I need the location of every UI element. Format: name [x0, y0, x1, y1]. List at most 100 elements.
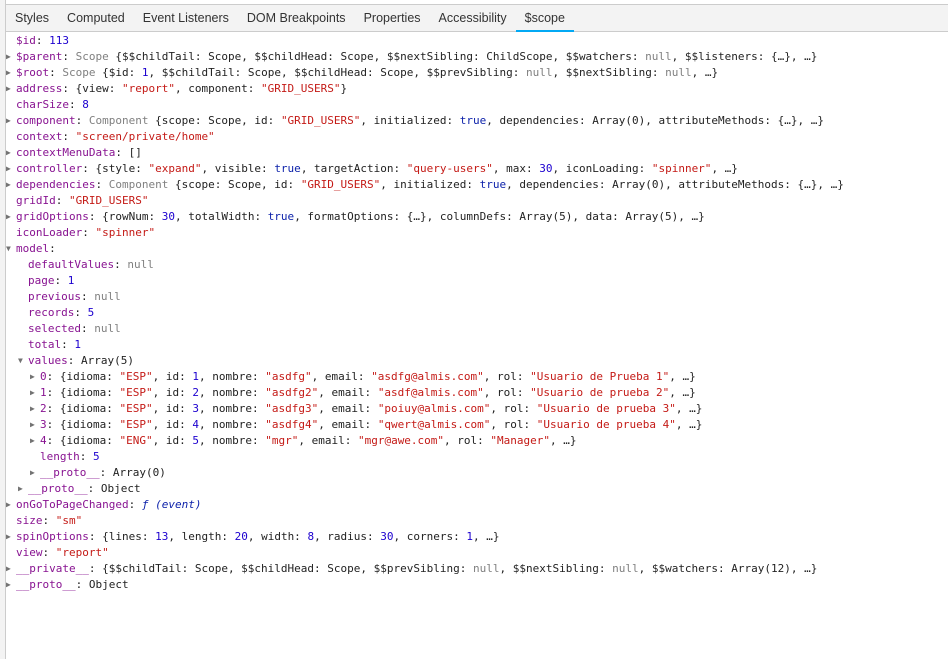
dim-value: Component [88, 114, 156, 127]
property-key: __proto__ [40, 466, 100, 479]
number-value: 20 [234, 530, 248, 543]
string-value: "spinner" [651, 162, 712, 175]
expand-triangle-icon[interactable]: ▶ [6, 145, 16, 161]
property-key: model [16, 242, 50, 255]
separator: : [99, 466, 113, 479]
property-row[interactable]: ▶ address: {view: "report", component: "G… [6, 81, 948, 97]
object-preview: , length: [168, 530, 235, 543]
object-preview: {scope: Scope, id: [155, 114, 281, 127]
object-preview: , …} [675, 418, 703, 431]
string-value: "mgr" [265, 434, 299, 447]
property-key: 4 [40, 434, 47, 447]
object-preview: , rol: [483, 386, 531, 399]
separator: : [62, 130, 76, 143]
expand-triangle-icon[interactable]: ▶ [6, 529, 16, 545]
tab-computed[interactable]: Computed [58, 5, 134, 31]
string-value: "asdfg" [265, 370, 312, 383]
collapse-triangle-icon[interactable]: ▼ [18, 353, 28, 369]
expand-triangle-icon[interactable]: ▶ [6, 209, 16, 225]
tab-event-listeners[interactable]: Event Listeners [134, 5, 238, 31]
number-value: 13 [155, 530, 169, 543]
property-row: view: "report" [6, 545, 948, 561]
property-row[interactable]: ▶ spinOptions: {lines: 13, length: 20, wi… [6, 529, 948, 545]
expand-triangle-icon[interactable]: ▶ [6, 561, 16, 577]
string-value: "GRID_USERS" [261, 82, 341, 95]
object-preview: {$id: [102, 66, 142, 79]
tab-styles[interactable]: Styles [6, 5, 58, 31]
number-value: 1 [141, 66, 149, 79]
object-preview: , email: [298, 434, 358, 447]
property-row[interactable]: ▼ values: Array(5) [6, 353, 948, 369]
object-preview: , initialized: [380, 178, 480, 191]
expand-triangle-icon[interactable]: ▶ [6, 81, 16, 97]
expand-triangle-icon[interactable]: ▶ [30, 417, 40, 433]
tab-accessibility[interactable]: Accessibility [430, 5, 516, 31]
property-key: selected [28, 322, 81, 335]
object-preview: , $$nextSibling: [552, 66, 666, 79]
property-row[interactable]: ▶ __proto__: Array(0) [6, 465, 948, 481]
property-row[interactable]: ▶ dependencies: Component {scope: Scope, … [6, 177, 948, 193]
separator: : [35, 34, 50, 47]
tab-dom-breakpoints[interactable]: DOM Breakpoints [238, 5, 355, 31]
expand-triangle-icon[interactable]: ▶ [30, 385, 40, 401]
object-preview: , …} [669, 386, 696, 399]
property-row[interactable]: ▶ 0: {idioma: "ESP", id: 1, nombre: "asdf… [6, 369, 948, 385]
property-row[interactable]: ▶ __proto__: Object [6, 577, 948, 593]
property-row[interactable]: ▶ 2: {idioma: "ESP", id: 3, nombre: "asdf… [6, 401, 948, 417]
expand-triangle-icon[interactable]: ▶ [6, 49, 16, 65]
object-preview: Array(0) [112, 466, 166, 479]
expand-triangle-icon[interactable]: ▶ [6, 497, 16, 513]
expand-triangle-icon[interactable]: ▶ [30, 433, 40, 449]
string-value: "report" [55, 546, 109, 559]
expand-triangle-icon[interactable]: ▶ [6, 177, 16, 193]
object-preview: , rol: [490, 418, 537, 431]
tab-scope[interactable]: $scope [515, 5, 575, 32]
string-value: "asdf@almis.com" [377, 386, 484, 399]
number-value: 30 [539, 162, 553, 175]
expand-triangle-icon[interactable]: ▶ [30, 369, 40, 385]
expand-triangle-icon[interactable]: ▶ [18, 481, 28, 497]
expand-triangle-icon[interactable]: ▶ [6, 577, 16, 593]
separator: : [62, 50, 76, 63]
property-row[interactable]: ▶ 4: {idioma: "ENG", id: 5, nombre: "mgr"… [6, 433, 948, 449]
property-row[interactable]: ▼ model: [6, 241, 948, 257]
property-row[interactable]: ▶ controller: {style: "expand", visible: … [6, 161, 948, 177]
expand-triangle-icon[interactable]: ▶ [30, 401, 40, 417]
separator: : [46, 386, 60, 399]
property-row[interactable]: ▶ onGoToPageChanged: ƒ (event) [6, 497, 948, 513]
expand-triangle-icon[interactable]: ▶ [6, 161, 16, 177]
separator: : [61, 338, 75, 351]
separator: : [46, 402, 60, 415]
property-row[interactable]: ▶ 3: {idioma: "ESP", id: 4, nombre: "asdf… [6, 417, 948, 433]
number-value: 2 [192, 386, 199, 399]
property-row[interactable]: ▶ gridOptions: {rowNum: 30, totalWidth: t… [6, 209, 948, 225]
property-row[interactable]: ▶ contextMenuData: [] [6, 145, 948, 161]
string-value: "Usuario de Prueba 1" [530, 370, 670, 383]
property-key: gridId [16, 194, 56, 207]
string-value: "Manager" [490, 434, 551, 447]
property-key: view [16, 546, 43, 559]
property-row[interactable]: ▶ 1: {idioma: "ESP", id: 2, nombre: "asdf… [6, 385, 948, 401]
expand-triangle-icon[interactable]: ▶ [6, 113, 16, 129]
property-row: previous: null [6, 289, 948, 305]
property-row[interactable]: ▶ __proto__: Object [6, 481, 948, 497]
property-row[interactable]: ▶ $parent: Scope {$$childTail: Scope, $$c… [6, 49, 948, 65]
sidebar-tab-bar: Styles Computed Event Listeners DOM Breakpo… [6, 4, 948, 32]
object-preview: {idioma: [59, 434, 120, 447]
property-key: 1 [40, 386, 47, 399]
property-row[interactable]: ▶ component: Component {scope: Scope, id:… [6, 113, 948, 129]
property-key: spinOptions [16, 530, 89, 543]
object-preview: , formatOptions: {…}, columnDefs: Array(… [294, 210, 705, 223]
string-value: "Usuario de prueba 4" [536, 418, 676, 431]
number-value: 113 [49, 34, 69, 47]
object-preview: , …} [691, 66, 719, 79]
object-preview: , id: [152, 418, 193, 431]
collapse-triangle-icon[interactable]: ▼ [6, 241, 16, 257]
string-value: "query-users" [406, 162, 493, 175]
property-key: 3 [40, 418, 47, 431]
expand-triangle-icon[interactable]: ▶ [30, 465, 40, 481]
expand-triangle-icon[interactable]: ▶ [6, 65, 16, 81]
tab-properties[interactable]: Properties [355, 5, 430, 31]
property-row[interactable]: ▶ $root: Scope {$id: 1, $$childTail: Scop… [6, 65, 948, 81]
property-row[interactable]: ▶ __private__: {$$childTail: Scope, $$chi… [6, 561, 948, 577]
